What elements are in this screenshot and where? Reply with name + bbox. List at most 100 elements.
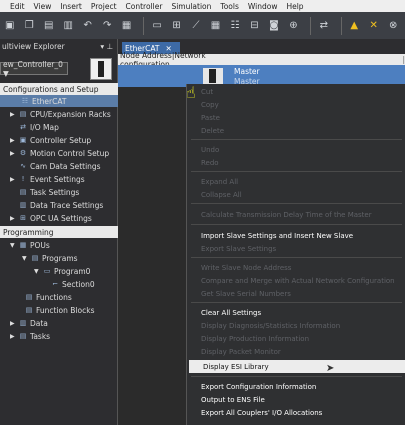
menu-clear-all[interactable]: Clear All Settings — [187, 306, 405, 319]
warning-icon[interactable]: ▲ — [346, 17, 361, 34]
menu-help[interactable]: Help — [286, 2, 303, 11]
menu-controller[interactable]: Controller — [126, 2, 163, 11]
menu-separator — [191, 224, 402, 225]
tree-section0[interactable]: ⌐ Section0 — [50, 278, 95, 290]
build-icon[interactable]: ▦ — [119, 17, 134, 34]
tree-task-settings[interactable]: ▤ Task Settings — [18, 186, 80, 198]
menu-import-slave[interactable]: Import Slave Settings and Insert New Sla… — [187, 229, 405, 242]
ethercat-icon: ☷ — [21, 97, 29, 105]
explorer-title: ultiview Explorer — [2, 42, 65, 51]
context-menu: Cut Copy Paste Delete Undo Redo Expand A… — [186, 84, 405, 425]
event-icon: ! — [21, 175, 25, 183]
tree-event-settings[interactable]: ▶! Event Settings — [10, 173, 85, 185]
delete-icon[interactable]: ▥ — [60, 17, 75, 34]
tree-io-map[interactable]: ⇄ I/O Map — [18, 121, 59, 133]
tree-program0[interactable]: ▼ ▭ Program0 — [34, 265, 90, 277]
menu-output-ens[interactable]: Output to ENS File — [187, 393, 405, 406]
save-icon[interactable]: ▣ — [2, 17, 17, 34]
menu-window[interactable]: Window — [248, 2, 278, 11]
io-map-icon: ⇄ — [20, 123, 26, 131]
tree-functions[interactable]: ▤ Functions — [24, 291, 72, 303]
section-icon: ⌐ — [52, 280, 58, 288]
controller-setup-icon: ▣ — [19, 136, 27, 144]
pin-icon[interactable]: ▾ ⊥ — [100, 42, 113, 51]
master-device-icon — [203, 68, 223, 84]
tree-ethercat[interactable]: ☷ EtherCAT — [0, 95, 118, 107]
tree-programs[interactable]: ▼ ▤ Programs — [22, 252, 78, 264]
tree-pous[interactable]: ▼ ▦ POUs — [10, 239, 50, 251]
menu-display-esi-library[interactable]: Display ESI Library — [189, 360, 405, 373]
menu-tools[interactable]: Tools — [220, 2, 238, 11]
tree-function-blocks[interactable]: ▤ Function Blocks — [24, 304, 95, 316]
menu-export-couplers[interactable]: Export All Couplers' I/O Allocations — [187, 406, 405, 419]
paste-icon[interactable]: ▤ — [41, 17, 56, 34]
tree-tasks[interactable]: ▶ ▤ Tasks — [10, 330, 50, 342]
tree-data-trace[interactable]: ▥ Data Trace Settings — [18, 199, 104, 211]
menu-simulation[interactable]: Simulation — [171, 2, 211, 11]
task-icon: ▤ — [19, 188, 27, 196]
menu-copy: Copy — [201, 100, 219, 109]
menu-insert[interactable]: Insert — [60, 2, 82, 11]
toolbar-separator — [143, 16, 145, 35]
menu-packet-monitor: Display Packet Monitor — [201, 347, 281, 356]
explorer-header: ultiview Explorer ▾ ⊥ — [0, 39, 117, 54]
undo-icon[interactable]: ↶ — [80, 17, 95, 34]
menu-view[interactable]: View — [34, 2, 52, 11]
gear-icon: ⚙ — [19, 149, 27, 157]
menu-diagnosis: Display Diagnosis/Statistics Information — [201, 321, 341, 330]
menu-separator — [191, 203, 402, 204]
network-icon[interactable]: ⊕ — [286, 17, 301, 34]
multiview-explorer: ultiview Explorer ▾ ⊥ ew_Controller_0 ▼ … — [0, 39, 118, 425]
grid-icon[interactable]: ▦ — [208, 17, 223, 34]
menu-redo: Redo — [201, 158, 219, 167]
section-programming[interactable]: Programming — [0, 226, 118, 238]
programs-icon: ▤ — [31, 254, 39, 262]
cam-icon: ∿ — [20, 162, 26, 170]
tree-cpu-racks[interactable]: ▶ ▤ CPU/Expansion Racks — [10, 108, 111, 120]
tree-opc-ua[interactable]: ▶ ⊞ OPC UA Settings — [10, 212, 92, 224]
copy-icon[interactable]: ❐ — [21, 17, 36, 34]
pou-icon: ▦ — [19, 241, 27, 249]
menu-expand-all: Expand All — [201, 177, 239, 186]
tool-icon[interactable]: ⟋ — [188, 17, 203, 34]
toolbar-separator — [340, 16, 342, 35]
menu-export-slave: Export Slave Settings — [201, 244, 277, 253]
list-icon[interactable]: ☷ — [227, 17, 242, 34]
menu-bar: Edit View Insert Project Controller Simu… — [0, 0, 405, 12]
menu-separator — [191, 302, 402, 303]
menu-paste: Paste — [201, 113, 220, 122]
rack-icon: ▤ — [19, 110, 27, 118]
menu-cut: Cut — [201, 87, 214, 96]
tree-motion-setup[interactable]: ▶ ⚙ Motion Control Setup — [10, 147, 109, 159]
menu-separator — [191, 139, 402, 140]
tree-controller-setup[interactable]: ▶ ▣ Controller Setup — [10, 134, 91, 146]
menu-get-serials: Get Slave Serial Numbers — [201, 289, 291, 298]
table-icon[interactable]: ⊟ — [247, 17, 262, 34]
tool3-icon[interactable]: ⊗ — [385, 17, 400, 34]
tree-cam-data[interactable]: ∿ Cam Data Settings — [18, 160, 101, 172]
master-label: Master — [234, 67, 260, 76]
function-blocks-icon: ▤ — [25, 306, 33, 314]
binoculars-icon[interactable]: ◙ — [266, 17, 281, 34]
program-icon: ▭ — [43, 267, 51, 275]
menu-edit[interactable]: Edit — [10, 2, 25, 11]
menu-delete: Delete — [201, 126, 224, 135]
controller-icon — [90, 58, 112, 80]
window-icon[interactable]: ▭ — [149, 17, 164, 34]
menu-separator — [191, 171, 402, 172]
tool2-icon[interactable]: ✕ — [366, 17, 381, 34]
menu-project[interactable]: Project — [91, 2, 117, 11]
trace-icon: ▥ — [19, 201, 27, 209]
mouse-pointer-icon: ➤ — [326, 363, 335, 374]
sync-icon[interactable]: ⇄ — [316, 17, 331, 34]
menu-undo: Undo — [201, 145, 220, 154]
section-config[interactable]: Configurations and Setup — [0, 83, 118, 95]
controller-select[interactable]: ew_Controller_0 ▼ — [0, 60, 68, 78]
menu-separator — [191, 257, 402, 258]
menu-separator — [191, 376, 402, 377]
opc-icon: ⊞ — [20, 214, 26, 222]
menu-export-config[interactable]: Export Configuration Information — [187, 380, 405, 393]
redo-icon[interactable]: ↷ — [99, 17, 114, 34]
tree-data[interactable]: ▶ ▥ Data — [10, 317, 48, 329]
layout-icon[interactable]: ⊞ — [169, 17, 184, 34]
